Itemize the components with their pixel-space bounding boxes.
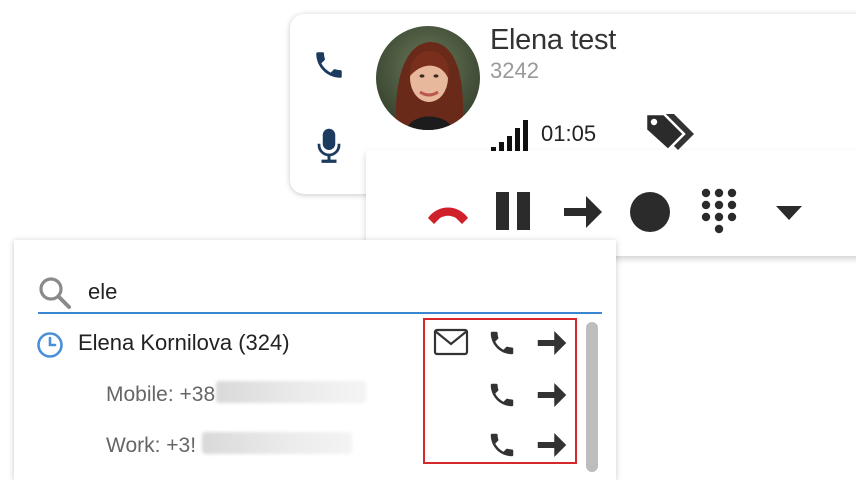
clock-icon (37, 332, 63, 358)
caller-avatar (376, 26, 480, 130)
arrow-right-icon[interactable] (562, 192, 604, 232)
transfer-contact-arrow-icon[interactable] (536, 328, 568, 358)
call-contact-phone-icon[interactable] (487, 328, 517, 358)
mobile-number-redacted (216, 381, 366, 403)
search-underline (38, 312, 602, 314)
call-work-phone-icon[interactable] (487, 430, 517, 460)
call-timer: 01:05 (541, 121, 597, 146)
record-icon[interactable] (628, 190, 672, 234)
caller-name: Elena test (490, 24, 616, 56)
mobile-number-label[interactable]: Mobile: +38 (106, 383, 215, 407)
transfer-mobile-arrow-icon[interactable] (536, 380, 568, 410)
hangup-icon[interactable] (424, 196, 472, 230)
transfer-work-arrow-icon[interactable] (536, 430, 568, 460)
results-scrollbar[interactable] (586, 322, 598, 472)
envelope-icon[interactable] (433, 328, 469, 356)
contact-name[interactable]: Elena Kornilova (324) (78, 330, 290, 356)
tag-icon[interactable] (640, 110, 696, 154)
phone-icon[interactable] (312, 48, 346, 82)
work-number-redacted (202, 432, 352, 454)
caller-number: 3242 (490, 58, 539, 83)
signal-strength-icon (491, 120, 528, 151)
pause-icon[interactable] (494, 190, 534, 232)
search-input[interactable] (88, 276, 548, 308)
caret-down-icon[interactable] (774, 204, 804, 222)
search-icon (39, 277, 71, 309)
call-mobile-phone-icon[interactable] (487, 380, 517, 410)
work-number-label[interactable]: Work: +3! (106, 434, 196, 458)
microphone-icon[interactable] (314, 126, 344, 164)
dialpad-icon[interactable] (698, 186, 740, 238)
